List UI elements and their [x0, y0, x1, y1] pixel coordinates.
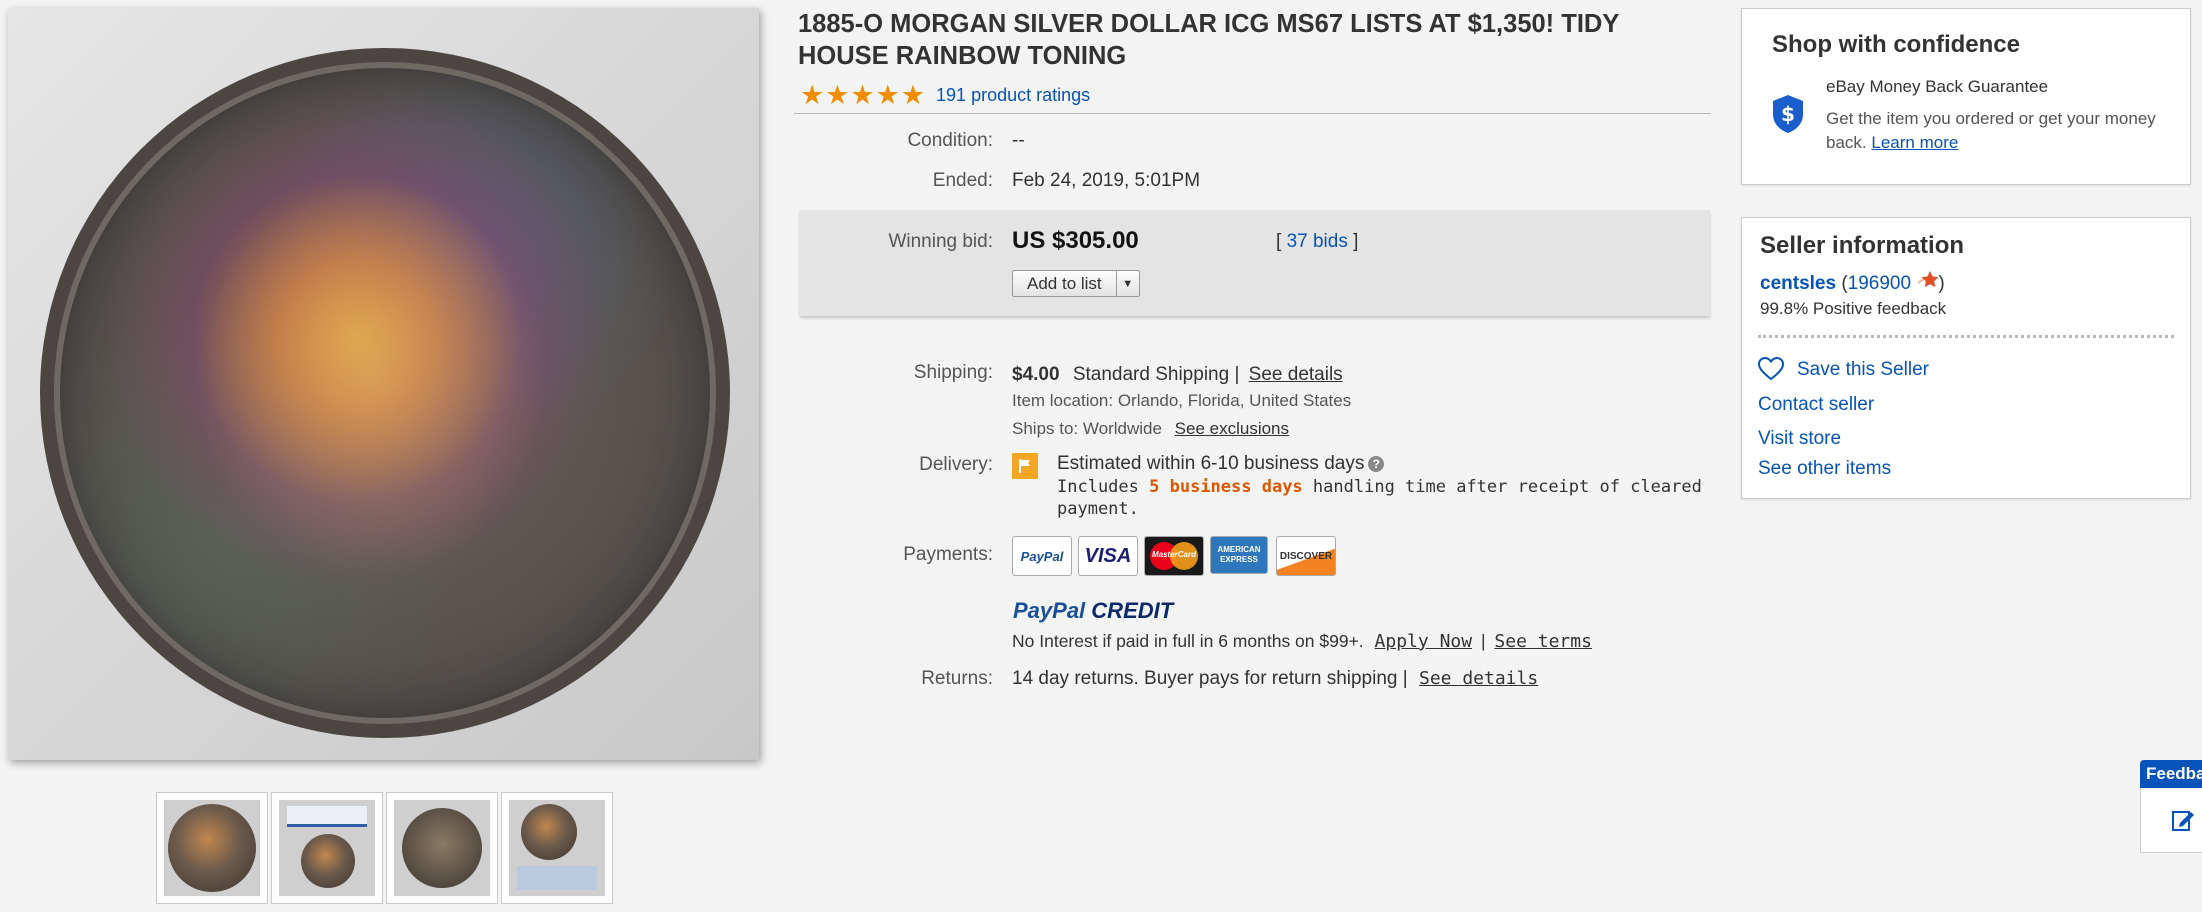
see-other-items-link[interactable]: See other items [1758, 458, 1891, 480]
thumbnail-strip [156, 792, 613, 904]
thumbnail-3[interactable] [386, 792, 498, 904]
item-title: 1885-O MORGAN SILVER DOLLAR ICG MS67 LIS… [798, 10, 1619, 70]
contact-seller-link[interactable]: Contact seller [1758, 394, 1874, 416]
feedback-tab-label: Feedback [2140, 760, 2202, 788]
ended-label: Ended: [932, 170, 993, 191]
shop-with-confidence-heading: Shop with confidence [1772, 31, 2021, 58]
delivery-label: Delivery: [919, 454, 993, 475]
save-seller-link[interactable]: Save this Seller [1797, 359, 1929, 381]
bids-link[interactable]: 37 bids [1287, 231, 1348, 252]
morgan-dollar-coin-photo [40, 48, 730, 738]
thumbnail-1[interactable] [156, 792, 268, 904]
heart-icon[interactable] [1758, 357, 1784, 381]
shop-with-confidence-card: Shop with confidence $ eBay Money Back G… [1741, 8, 2191, 185]
handling-time-line-2: payment. [1057, 499, 1139, 519]
edit-icon [2172, 811, 2194, 831]
see-terms-link[interactable]: See terms [1494, 631, 1592, 652]
thumbnail-2[interactable] [271, 792, 383, 904]
delivery-flag-icon [1012, 453, 1038, 479]
shooting-star-icon [1916, 269, 1939, 297]
shield-icon: $ [1773, 95, 1803, 133]
american-express-logo-icon: AMERICAN EXPRESS [1210, 536, 1268, 574]
item-location: Item location: Orlando, Florida, United … [1012, 391, 1352, 410]
winning-bid-panel [800, 210, 1710, 316]
handling-days: 5 business days [1149, 477, 1303, 497]
shipping-line: $4.00 Standard Shipping | See details [1012, 364, 1343, 386]
mastercard-logo-icon: MasterCard [1144, 536, 1204, 576]
condition-label: Condition: [907, 130, 993, 151]
feedback-tab[interactable]: Feedback [2140, 760, 2202, 856]
paypal-logo-icon: PayPal [1012, 536, 1072, 576]
seller-divider [1758, 335, 2174, 338]
visa-logo-icon: VISA [1078, 536, 1138, 576]
five-star-rating-icon: ★★★★★ [800, 80, 927, 110]
seller-information-card: Seller information centsles (196900 ) 99… [1741, 217, 2191, 499]
seller-information-heading: Seller information [1760, 232, 1965, 259]
product-ratings-link[interactable]: 191 product ratings [936, 85, 1090, 106]
dropdown-arrow-icon[interactable]: ▼ [1117, 271, 1139, 296]
seller-name-line: centsles (196900 ) [1760, 269, 1945, 297]
returns-label: Returns: [921, 668, 993, 689]
svg-text:$: $ [1781, 102, 1795, 126]
discover-logo-icon: DISCOVER [1276, 536, 1336, 576]
shipping-label: Shipping: [913, 362, 993, 383]
guarantee-text: Get the item you ordered or get your mon… [1826, 109, 2156, 152]
winning-bid-price: US $305.00 [1012, 227, 1139, 254]
learn-more-link[interactable]: Learn more [1871, 133, 1958, 152]
help-icon[interactable]: ? [1368, 456, 1385, 472]
payments-label: Payments: [903, 544, 993, 565]
delivery-estimate: Estimated within 6-10 business days? [1057, 453, 1385, 475]
shipping-cost: $4.00 [1012, 364, 1060, 385]
seller-name-link[interactable]: centsles [1760, 273, 1836, 294]
paypal-credit-offer: No Interest if paid in full in 6 months … [1012, 631, 1592, 652]
product-rating: ★★★★★ 191 product ratings [800, 82, 1090, 109]
title-divider [794, 113, 1711, 114]
shipping-service: Standard Shipping | [1072, 364, 1240, 385]
feedback-score-link[interactable]: 196900 [1848, 273, 1911, 294]
condition-value: -- [1012, 130, 1025, 151]
returns-policy: 14 day returns. Buyer pays for return sh… [1012, 668, 1539, 689]
ships-to-line: Ships to: Worldwide See exclusions [1012, 419, 1289, 438]
guarantee-title: eBay Money Back Guarantee [1826, 77, 2049, 96]
thumbnail-4[interactable] [501, 792, 613, 904]
winning-bid-label: Winning bid: [888, 231, 993, 252]
returns-see-details-link[interactable]: See details [1419, 668, 1538, 689]
bid-count: [ 37 bids ] [1276, 231, 1359, 252]
paypal-credit-logo-icon: PayPal CREDIT [1013, 598, 1174, 623]
visit-store-link[interactable]: Visit store [1758, 428, 1841, 450]
main-item-image[interactable] [8, 8, 759, 760]
handling-time-line: Includes 5 business days handling time a… [1057, 477, 1702, 497]
see-exclusions-link[interactable]: See exclusions [1175, 419, 1289, 438]
ended-value: Feb 24, 2019, 5:01PM [1012, 170, 1201, 191]
shipping-see-details-link[interactable]: See details [1249, 364, 1343, 385]
positive-feedback: 99.8% Positive feedback [1760, 299, 1947, 318]
apply-now-link[interactable]: Apply Now [1375, 631, 1473, 652]
add-to-list-button[interactable]: Add to list ▼ [1012, 270, 1140, 297]
